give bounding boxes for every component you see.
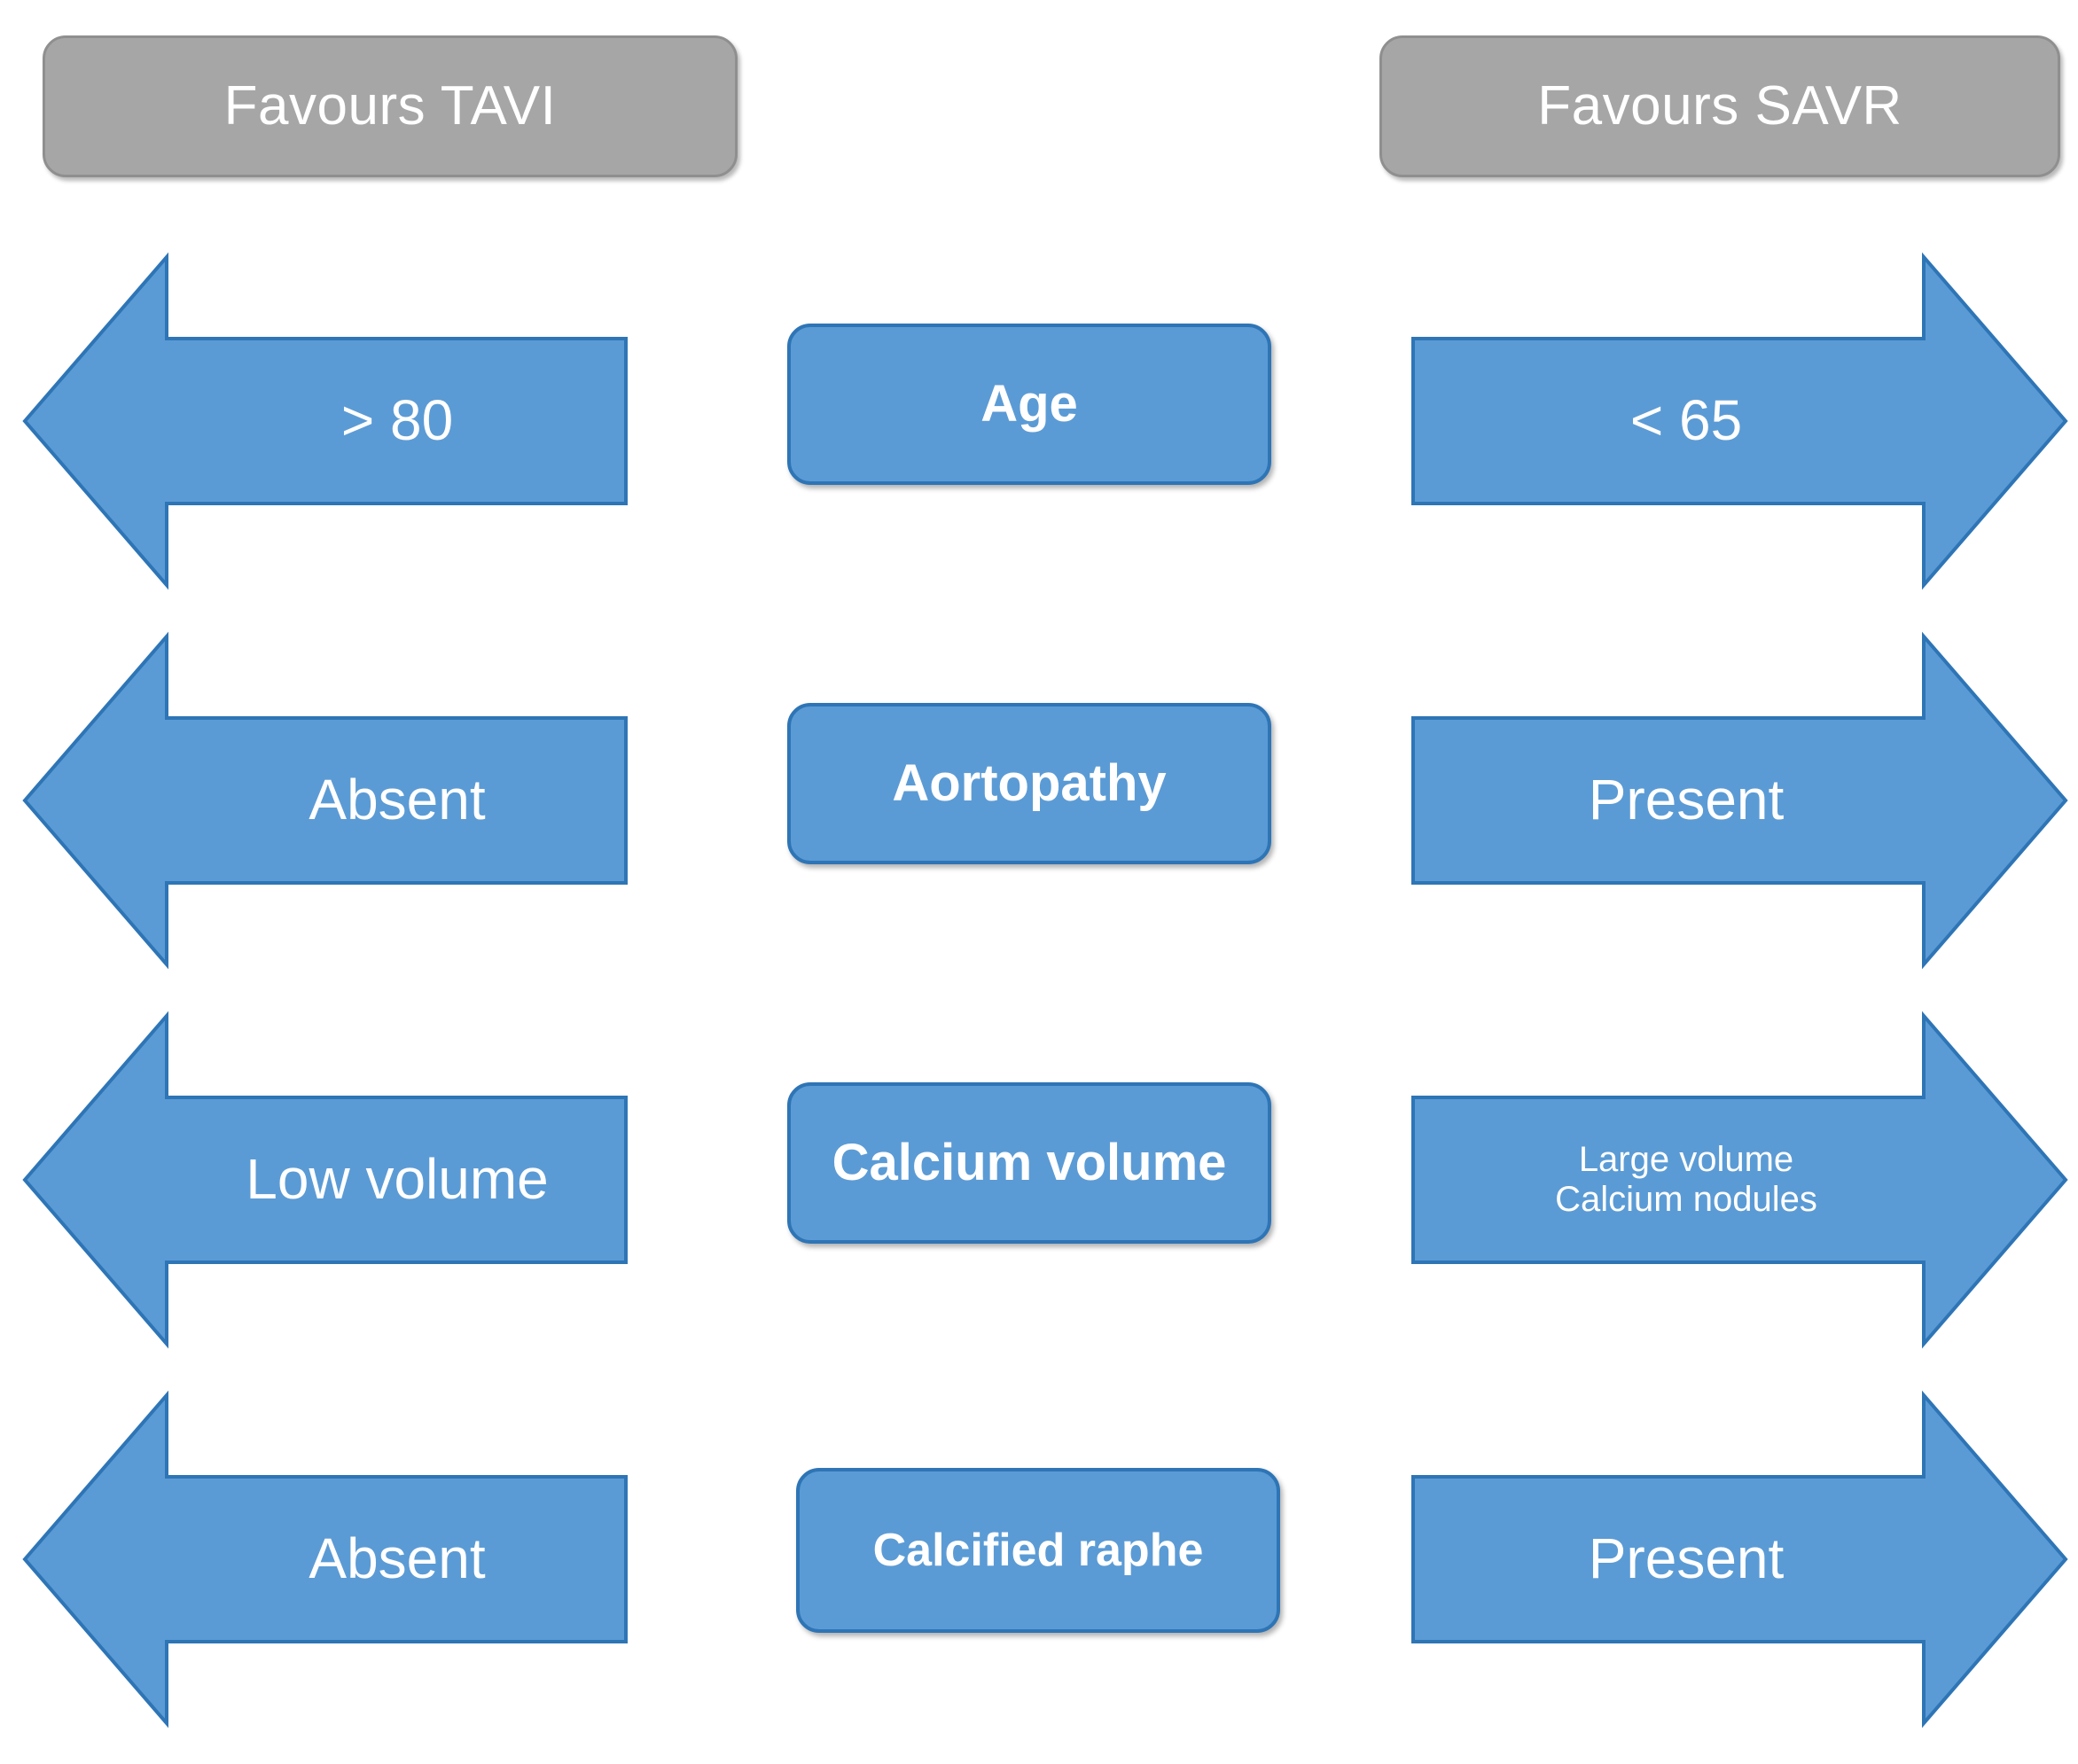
right-arrow-icon (1411, 1011, 2068, 1349)
left-arrow-age: > 80 (22, 252, 628, 590)
left-arrow-icon (22, 252, 628, 590)
criterion-box-calcium-volume: Calcium volume (787, 1082, 1271, 1244)
header-favours-tavi: Favours TAVI (43, 35, 738, 177)
criterion-box-age-label: Age (980, 375, 1078, 433)
criterion-box-age: Age (787, 324, 1271, 485)
right-arrow-icon (1411, 631, 2068, 970)
right-arrow-age: < 65 (1411, 252, 2068, 590)
left-arrow-aortopathy: Absent (22, 631, 628, 970)
criterion-box-aortopathy-label: Aortopathy (892, 754, 1167, 812)
criterion-box-aortopathy: Aortopathy (787, 703, 1271, 864)
header-favours-savr: Favours SAVR (1379, 35, 2060, 177)
criterion-row-calcium-volume: Low volume Calcium volume Large volume C… (0, 1011, 2078, 1349)
right-arrow-calcified-raphe: Present (1411, 1390, 2068, 1729)
criterion-box-calcified-raphe-label: Calcified raphe (872, 1525, 1204, 1576)
criterion-box-calcium-volume-label: Calcium volume (832, 1134, 1227, 1191)
right-arrow-icon (1411, 252, 2068, 590)
right-arrow-calcium-volume: Large volume Calcium nodules (1411, 1011, 2068, 1349)
header-favours-savr-label: Favours SAVR (1537, 75, 1902, 137)
left-arrow-icon (22, 631, 628, 970)
right-arrow-icon (1411, 1390, 2068, 1729)
left-arrow-icon (22, 1390, 628, 1729)
tavi-savr-decision-diagram: Favours TAVI Favours SAVR > 80 Age < 65 (0, 0, 2078, 1764)
criterion-row-aortopathy: Absent Aortopathy Present (0, 631, 2078, 970)
right-arrow-aortopathy: Present (1411, 631, 2068, 970)
header-favours-tavi-label: Favours TAVI (223, 75, 557, 137)
criterion-box-calcified-raphe: Calcified raphe (796, 1468, 1280, 1633)
left-arrow-calcified-raphe: Absent (22, 1390, 628, 1729)
criterion-row-calcified-raphe: Absent Calcified raphe Present (0, 1390, 2078, 1729)
left-arrow-icon (22, 1011, 628, 1349)
left-arrow-calcium-volume: Low volume (22, 1011, 628, 1349)
criterion-row-age: > 80 Age < 65 (0, 252, 2078, 590)
